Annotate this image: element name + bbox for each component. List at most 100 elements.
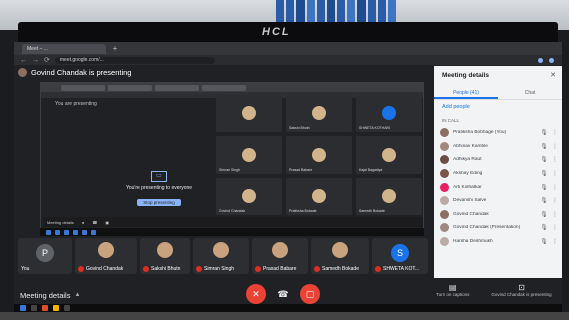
person-name: Govind Chandak (Presentation) xyxy=(453,225,521,231)
participant-filmstrip: P You Govind Chandak Sakshi Bhutn Simran Sin… xyxy=(14,238,434,274)
taskbar-app-icon[interactable] xyxy=(42,305,48,311)
presenter-avatar xyxy=(18,67,27,77)
tab-chat[interactable]: Chat xyxy=(498,86,562,99)
more-options-icon[interactable]: ⋮ xyxy=(552,197,558,204)
people-list-item[interactable]: Govind Chandak (Presentation) 🎙 ⋮ xyxy=(440,221,558,235)
person-name: Harsha Deshmukh xyxy=(453,239,493,245)
forward-icon[interactable]: → xyxy=(32,57,39,64)
participant-name: Govind Chandak xyxy=(78,266,123,272)
extension-icon[interactable] xyxy=(538,57,543,63)
mic-muted-icon xyxy=(78,266,84,272)
taskbar-app-icon[interactable] xyxy=(31,305,37,311)
taskbar-app-icon[interactable] xyxy=(53,305,59,311)
participant-tile[interactable]: Sakshi Bhutn xyxy=(140,238,190,274)
shared-tile: Prasad Babare xyxy=(286,136,352,174)
avatar xyxy=(440,128,449,138)
participant-name-label: Samedh Bokade xyxy=(322,266,359,272)
participant-tile[interactable]: S SHWETA KOT... xyxy=(372,238,428,274)
profile-icon[interactable] xyxy=(549,57,554,63)
desk-edge xyxy=(0,312,569,320)
participant-video xyxy=(272,242,288,258)
participant-name: SHWETA KOT... xyxy=(375,266,419,272)
add-people-button[interactable]: Add people xyxy=(442,104,470,110)
mic-icon: 🎙 xyxy=(540,239,548,246)
participant-tile[interactable]: Govind Chandak xyxy=(75,238,137,274)
browser-tab-meet[interactable]: Meet – ... xyxy=(22,43,106,54)
mic-muted-icon xyxy=(143,266,149,272)
presenting-message: You're presenting to everyone xyxy=(125,185,193,191)
person-name: Abhinav Kamble xyxy=(453,143,488,149)
more-options-icon[interactable]: ⋮ xyxy=(552,184,558,191)
more-options-icon[interactable]: ⋮ xyxy=(552,170,558,177)
shared-tile: Sakshi Bhutn xyxy=(286,95,352,133)
participant-name: Samedh Bokade xyxy=(314,266,359,272)
more-options-icon[interactable]: ⋮ xyxy=(552,238,558,245)
present-icon: ⊡ xyxy=(518,283,525,292)
shared-tile: Pratiksha Bobade xyxy=(286,177,352,215)
participant-tile[interactable]: Samedh Bokade xyxy=(311,238,369,274)
people-list-item[interactable]: Govind Chandak 🎙 ⋮ xyxy=(440,208,558,222)
participant-name-label: You xyxy=(21,266,30,272)
url-field[interactable]: meet.google.com/... xyxy=(54,56,215,64)
new-tab-button[interactable]: + xyxy=(110,44,120,54)
avatar xyxy=(440,155,449,165)
presenting-button[interactable]: ⊡ Govind Chandak is presenting xyxy=(491,283,551,297)
people-list-item[interactable]: Devanshi Salve 🎙 ⋮ xyxy=(440,194,558,208)
start-icon[interactable] xyxy=(20,305,26,311)
people-list-item[interactable]: Abhinav Kamble 🎙 ⋮ xyxy=(440,140,558,154)
participant-name-label: Sakshi Bhutn xyxy=(151,266,181,272)
panel-title: Meeting details xyxy=(442,72,489,79)
browser-tab-bar: Meet – ... + xyxy=(14,42,562,55)
mic-muted-icon xyxy=(314,266,320,272)
participant-video xyxy=(332,242,348,258)
more-options-icon[interactable]: ⋮ xyxy=(552,129,558,136)
people-list-item[interactable]: Harsha Deshmukh 🎙 ⋮ xyxy=(440,235,558,249)
participant-tile[interactable]: P You xyxy=(18,238,72,274)
people-list-item[interactable]: Akshay Eding 🎙 ⋮ xyxy=(440,167,558,181)
shared-participant-grid: Sakshi Bhutn SHWETA KOTHARI Simran Singh… xyxy=(216,95,422,215)
taskbar-app-icon[interactable] xyxy=(64,305,70,311)
meeting-details-button[interactable]: Meeting details xyxy=(20,291,70,300)
person-name: Adhikya Raut xyxy=(453,157,482,163)
mic-off-icon[interactable]: ✕ xyxy=(246,284,266,304)
mic-icon: 🎙 xyxy=(540,130,548,137)
reload-icon[interactable]: ⟳ xyxy=(44,56,50,64)
participant-video xyxy=(98,242,114,258)
avatar xyxy=(440,209,449,219)
avatar xyxy=(440,237,449,247)
present-screen-icon: ▭ xyxy=(151,171,167,182)
tab-people[interactable]: People (41) xyxy=(434,86,498,99)
back-icon[interactable]: ← xyxy=(20,57,27,64)
people-list-item[interactable]: Arti Kolhatkar 🎙 ⋮ xyxy=(440,180,558,194)
stop-presenting-button[interactable]: Stop presenting xyxy=(137,199,181,206)
mic-icon: 🎙 xyxy=(540,211,548,218)
camera-off-icon[interactable]: ▢ xyxy=(300,284,320,304)
mic-muted-icon xyxy=(255,266,261,272)
participant-video xyxy=(157,242,173,258)
more-options-icon[interactable]: ⋮ xyxy=(552,143,558,150)
participant-tile[interactable]: Prasad Babare xyxy=(252,238,308,274)
presenting-banner: Govind Chandak is presenting xyxy=(18,66,428,78)
participant-tile[interactable]: Simran Singh xyxy=(193,238,249,274)
shared-meet-toolbar: Meeting details ● ☎ ▣ xyxy=(43,217,423,227)
more-options-icon[interactable]: ⋮ xyxy=(552,156,558,163)
monitor-screen: Meet – ... + ← → ⟳ meet.google.com/... G… xyxy=(14,42,562,312)
people-list-item[interactable]: Adhikya Raut 🎙 ⋮ xyxy=(440,153,558,167)
shared-screen: You are presenting ▭ You're presenting t… xyxy=(40,82,424,230)
more-options-icon[interactable]: ⋮ xyxy=(552,211,558,218)
hang-up-icon[interactable]: ☎ xyxy=(276,287,290,301)
captions-button[interactable]: ▤ Turn on captions xyxy=(436,283,469,297)
meeting-details-panel: Meeting details ✕ People (41) Chat Add p… xyxy=(434,66,562,278)
windows-taskbar xyxy=(14,304,562,312)
mic-icon: 🎙 xyxy=(540,157,548,164)
close-icon[interactable]: ✕ xyxy=(550,71,556,79)
avatar xyxy=(440,196,449,206)
shared-tile xyxy=(216,95,282,133)
avatar xyxy=(440,182,449,192)
people-list-item[interactable]: Pratiksha Bobhage (You) 🎙 ⋮ xyxy=(440,126,558,140)
participant-name-label: Simran Singh xyxy=(204,266,235,272)
chevron-up-icon[interactable]: ▲ xyxy=(74,292,80,298)
more-options-icon[interactable]: ⋮ xyxy=(552,224,558,231)
mic-muted-icon xyxy=(196,266,202,272)
browser-extensions xyxy=(538,57,562,63)
